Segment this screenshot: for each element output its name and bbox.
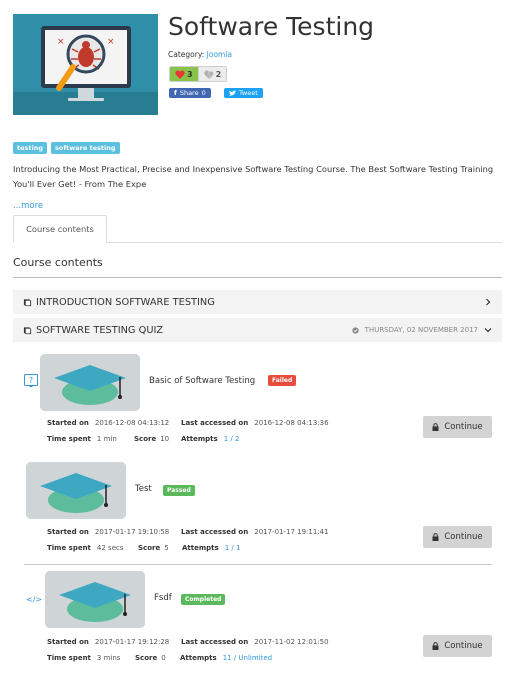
course-intro: Introducing the Most Practical, Precise … — [13, 164, 494, 189]
last-accessed-value: 2017-11-02 12:01:50 — [254, 638, 329, 646]
time-spent-value: 42 secs — [96, 544, 124, 552]
lock-icon — [432, 642, 439, 650]
more-link[interactable]: ...more — [13, 201, 43, 211]
last-accessed-label: Last accessed on — [181, 638, 249, 646]
score-label: Score — [138, 544, 161, 552]
facebook-share-button[interactable]: f Share 0 — [169, 88, 211, 98]
category-link[interactable]: Joomla — [207, 50, 232, 59]
quiz-thumbnail[interactable] — [40, 354, 140, 411]
svg-text:?: ? — [29, 376, 33, 385]
course-image: × × — [13, 14, 158, 115]
status-badge: Completed — [181, 594, 226, 605]
attempts-label: Attempts — [182, 544, 219, 552]
continue-button[interactable]: Continue — [423, 416, 492, 438]
quiz-name[interactable]: Test — [135, 484, 152, 494]
score-label: Score — [134, 435, 157, 443]
course-contents-heading: Course contents — [13, 256, 103, 269]
attempts-value[interactable]: 1 / 1 — [225, 544, 241, 552]
reaction-buttons: 3 2 — [169, 66, 228, 82]
started-label: Started on — [47, 638, 89, 646]
share-label: Share — [179, 89, 199, 97]
course-tags: testing software testing — [13, 142, 120, 154]
quiz-thumbnail[interactable] — [26, 462, 126, 519]
quiz-name[interactable]: Fsdf — [154, 593, 172, 603]
course-category: Category: Joomla — [168, 50, 232, 59]
course-title: Software Testing — [168, 12, 375, 41]
quiz-thumbnail[interactable] — [45, 571, 145, 628]
attempts-label: Attempts — [181, 435, 218, 443]
like-button[interactable]: 3 — [170, 67, 198, 81]
time-spent-label: Time spent — [47, 544, 91, 552]
question-icon: ? — [24, 374, 38, 387]
continue-button[interactable]: Continue — [423, 635, 492, 657]
continue-button[interactable]: Continue — [423, 526, 492, 548]
attempts-label: Attempts — [180, 654, 217, 662]
last-accessed-label: Last accessed on — [181, 528, 249, 536]
lock-icon — [432, 423, 439, 431]
tab-course-contents[interactable]: Course contents — [13, 215, 107, 243]
continue-label: Continue — [444, 422, 483, 432]
book-icon — [23, 326, 32, 334]
section-title: INTRODUCTION SOFTWARE TESTING — [36, 296, 215, 308]
started-value: 2017-01-17 19:10:58 — [94, 528, 170, 536]
score-label: Score — [135, 654, 158, 662]
dislike-button[interactable]: 2 — [197, 67, 227, 81]
category-label: Category: — [168, 50, 205, 59]
check-circle-icon — [352, 326, 359, 334]
dislike-count: 2 — [215, 69, 222, 79]
started-value: 2016-12-08 04:13:12 — [94, 419, 170, 427]
section-introduction[interactable]: INTRODUCTION SOFTWARE TESTING — [13, 290, 502, 314]
list-item: Test Passed Started on 2017-01-17 19:10:5… — [24, 462, 492, 565]
score-value: 10 — [160, 435, 170, 443]
share-count: 0 — [201, 89, 206, 97]
score-value: 5 — [164, 544, 169, 552]
continue-label: Continue — [444, 532, 483, 542]
time-spent-label: Time spent — [47, 654, 91, 662]
attempts-value[interactable]: 11 / Unlimited — [223, 654, 272, 662]
quiz-name[interactable]: Basic of Software Testing — [149, 376, 255, 386]
chevron-down-icon — [484, 328, 492, 333]
like-count: 3 — [187, 69, 193, 79]
time-spent-label: Time spent — [47, 435, 91, 443]
tag-testing[interactable]: testing — [13, 142, 47, 154]
heading-divider — [13, 277, 502, 278]
last-accessed-value: 2017-01-17 19:11:41 — [254, 528, 329, 536]
status-badge: Failed — [268, 375, 297, 386]
code-icon: </> — [26, 595, 43, 604]
section-title: SOFTWARE TESTING QUIZ — [36, 324, 164, 336]
chevron-right-icon — [486, 298, 491, 306]
time-spent-value: 3 mins — [96, 654, 121, 662]
last-accessed-value: 2016-12-08 04:13:36 — [254, 419, 329, 427]
twitter-icon — [229, 90, 236, 96]
tweet-button[interactable]: Tweet — [224, 88, 263, 98]
score-value: 0 — [161, 654, 166, 662]
list-item: ? Basic of Software Testing Failed Start… — [24, 354, 492, 456]
attempts-value[interactable]: 1 / 2 — [224, 435, 240, 443]
status-badge: Passed — [163, 485, 195, 496]
section-quiz[interactable]: SOFTWARE TESTING QUIZ THURSDAY, 02 NOVEM… — [13, 318, 502, 342]
tweet-label: Tweet — [239, 89, 258, 97]
heart-icon — [175, 70, 185, 79]
started-value: 2017-01-17 19:12:28 — [94, 638, 170, 646]
book-icon — [23, 298, 32, 306]
tag-software-testing[interactable]: software testing — [51, 142, 120, 154]
facebook-icon: f — [174, 89, 177, 97]
started-label: Started on — [47, 419, 89, 427]
started-label: Started on — [47, 528, 89, 536]
list-item: </> Fsdf Completed Started on 2017-01-17 … — [24, 571, 492, 671]
svg-text:×: × — [107, 37, 115, 47]
time-spent-value: 1 min — [96, 435, 117, 443]
lock-icon — [432, 533, 439, 541]
broken-heart-icon — [203, 70, 213, 79]
svg-text:×: × — [57, 37, 65, 47]
continue-label: Continue — [444, 641, 483, 651]
section-date: THURSDAY, 02 NOVEMBER 2017 — [364, 326, 478, 334]
last-accessed-label: Last accessed on — [181, 419, 249, 427]
